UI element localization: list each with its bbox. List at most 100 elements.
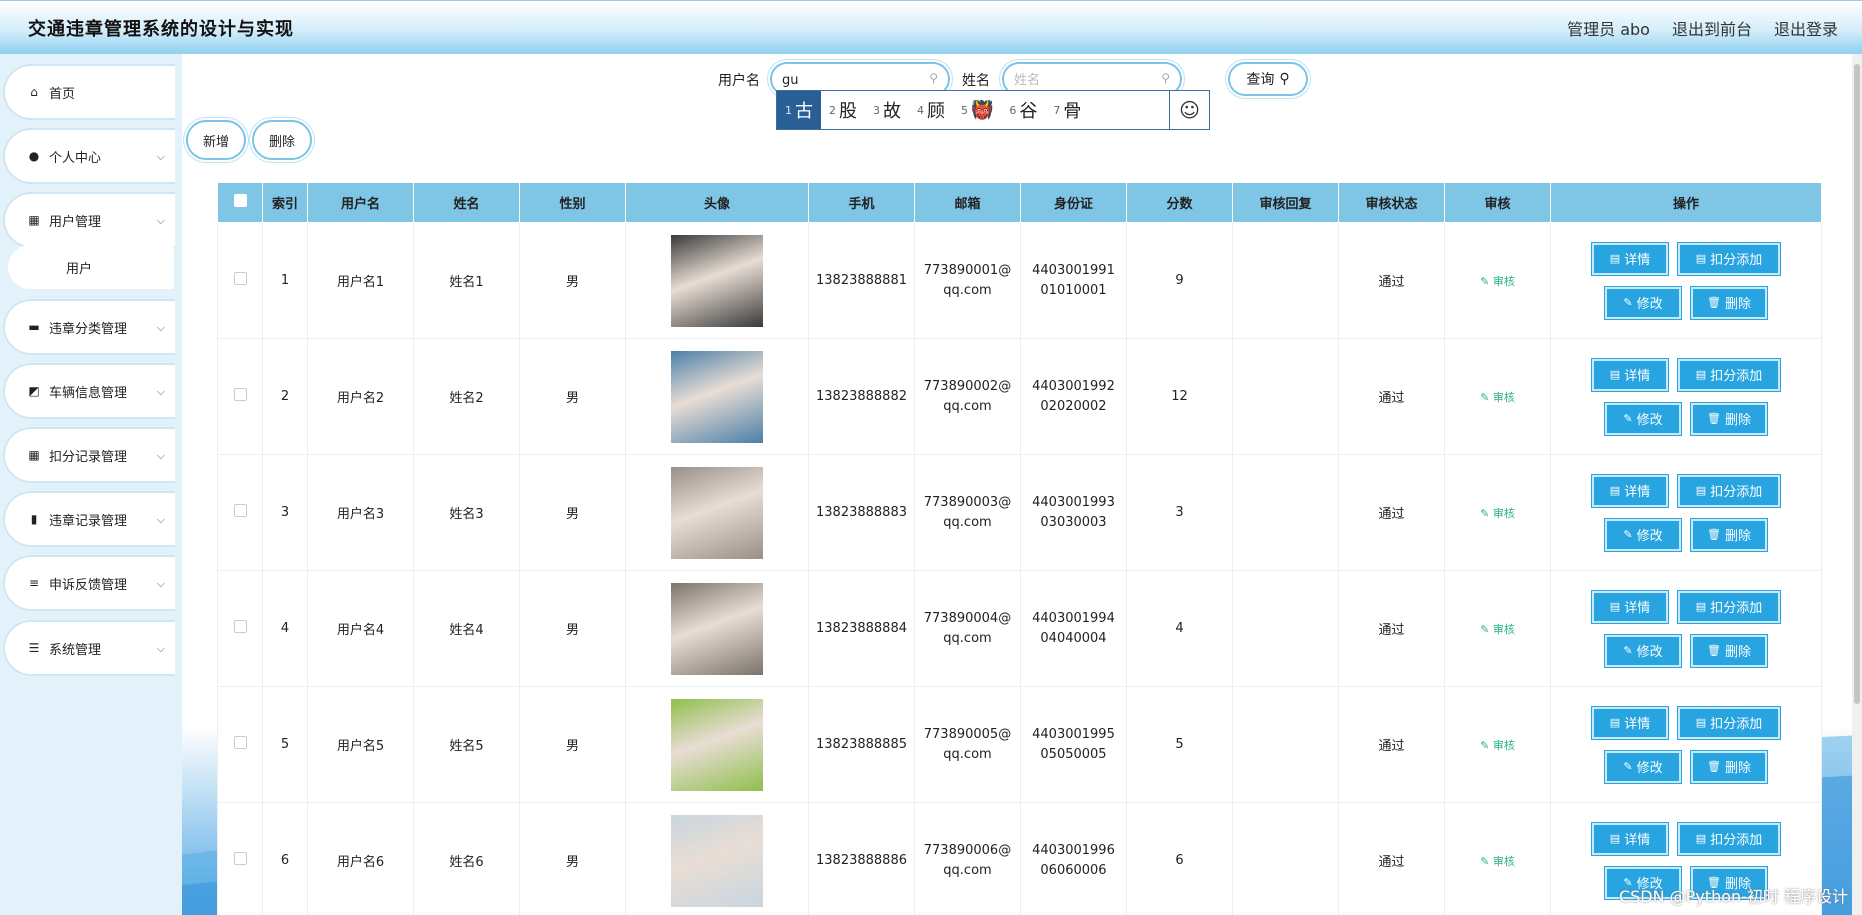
detail-button-label: 详情 — [1624, 253, 1651, 268]
audit-link[interactable]: ✎ 审核 — [1480, 391, 1515, 404]
cell-username: 用户名2 — [307, 338, 414, 455]
ime-candidate[interactable]: 7骨 — [1045, 91, 1089, 129]
sidebar-item-3[interactable]: ▬ 违章分类管理 ⌵ — [3, 299, 175, 355]
deduct-add-button[interactable]: ▤ 扣分添加 — [1678, 358, 1780, 391]
sidebar-item-8[interactable]: ☰ 系统管理 ⌵ — [3, 620, 175, 676]
detail-button[interactable]: ▤ 详情 — [1592, 822, 1668, 855]
trash-icon: 🗑 — [1707, 760, 1721, 773]
row-checkbox[interactable] — [233, 272, 247, 285]
grid-icon: ▦ — [28, 213, 40, 227]
detail-button[interactable]: ▤ 详情 — [1592, 590, 1668, 623]
edit-button[interactable]: ✎ 修改 — [1605, 750, 1681, 783]
audit-link[interactable]: ✎ 审核 — [1480, 623, 1515, 636]
username-input[interactable] — [782, 71, 932, 89]
ime-candidate[interactable]: 3故 — [865, 91, 909, 129]
row-select-cell[interactable] — [217, 338, 263, 455]
table-row: 1 用户名1 姓名1 男 13823888881 773890001@qq.com 4403… — [217, 222, 1822, 339]
main-content: 用户名 ⚲ 姓名 ⚲ 查询 ⚲ 1古2股3故4顾5👹6谷7骨☺ 新增 删除 索引… — [182, 54, 1862, 915]
column-header: 分数 — [1126, 182, 1233, 223]
sidebar-item-0[interactable]: ⌂ 首页 — [3, 64, 175, 120]
delete-button-label: 删除 — [1724, 645, 1751, 660]
avatar — [671, 698, 763, 791]
cell-phone: 13823888883 — [808, 454, 915, 571]
deduct-add-button[interactable]: ▤ 扣分添加 — [1678, 590, 1780, 623]
row-select-cell[interactable] — [217, 570, 263, 687]
sidebar-item-7[interactable]: ≡ 申诉反馈管理 ⌵ — [3, 555, 175, 611]
detail-button[interactable]: ▤ 详情 — [1592, 706, 1668, 739]
delete-button[interactable]: 🗑 删除 — [1691, 518, 1767, 551]
ime-candidate[interactable]: 6谷 — [1001, 91, 1045, 129]
row-select-cell[interactable] — [217, 454, 263, 571]
delete-button[interactable]: 🗑 删除 — [1691, 402, 1767, 435]
audit-link[interactable]: ✎ 审核 — [1480, 739, 1515, 752]
avatar — [671, 234, 763, 327]
cell-email: 773890006@qq.com — [914, 802, 1021, 915]
query-button[interactable]: 查询 ⚲ — [1228, 62, 1308, 96]
audit-link[interactable]: ✎ 审核 — [1480, 275, 1515, 288]
audit-link-label: 审核 — [1492, 854, 1515, 868]
audit-link[interactable]: ✎ 审核 — [1480, 855, 1515, 868]
sidebar-item-5[interactable]: ▦ 扣分记录管理 ⌵ — [3, 427, 175, 483]
cell-name: 姓名6 — [413, 802, 520, 915]
row-checkbox[interactable] — [233, 504, 247, 517]
delete-button[interactable]: 🗑 删除 — [1691, 750, 1767, 783]
detail-button[interactable]: ▤ 详情 — [1592, 242, 1668, 275]
document-icon: ▤ — [1695, 252, 1707, 265]
ime-candidate[interactable]: 5 👹 — [953, 91, 1001, 129]
emoji-icon[interactable]: ☺ — [1169, 91, 1209, 129]
row-checkbox[interactable] — [233, 620, 247, 633]
sidebar-item-4[interactable]: ◩ 车辆信息管理 ⌵ — [3, 363, 175, 419]
select-all-cell[interactable] — [217, 182, 263, 223]
deduct-add-button[interactable]: ▤ 扣分添加 — [1678, 822, 1780, 855]
logout-link[interactable]: 退出登录 — [1774, 16, 1838, 40]
row-select-cell[interactable] — [217, 802, 263, 915]
vertical-scrollbar[interactable] — [1852, 54, 1862, 915]
ime-candidate-popup: 1 古 2 股 3 故 4 顾 5 👹 6 谷 7 骨 ☺ — [776, 90, 1210, 130]
cell-status: 通过 — [1338, 686, 1445, 803]
cell-name: 姓名3 — [413, 454, 520, 571]
batch-delete-button[interactable]: 删除 — [252, 120, 312, 160]
sidebar-item-1[interactable]: ● 个人中心 ⌵ — [3, 128, 175, 184]
name-input[interactable] — [1014, 71, 1164, 89]
action-buttons: ▤ 详情 ▤ 扣分添加 ✎ 修改 🗑 删除 — [1551, 590, 1821, 667]
scrollbar-thumb[interactable] — [1854, 64, 1860, 704]
add-button[interactable]: 新增 — [186, 120, 246, 160]
back-to-front-link[interactable]: 退出到前台 — [1672, 16, 1752, 40]
detail-button[interactable]: ▤ 详情 — [1592, 474, 1668, 507]
delete-button[interactable]: 🗑 删除 — [1691, 634, 1767, 667]
cell-score: 12 — [1126, 338, 1233, 455]
row-select-cell[interactable] — [217, 686, 263, 803]
edit-button[interactable]: ✎ 修改 — [1605, 402, 1681, 435]
row-select-cell[interactable] — [217, 222, 263, 339]
deduct-add-button[interactable]: ▤ 扣分添加 — [1678, 242, 1780, 275]
sidebar-item-2[interactable]: ▦ 用户管理 ⌵ — [3, 192, 175, 248]
audit-link[interactable]: ✎ 审核 — [1480, 507, 1515, 520]
edit-button[interactable]: ✎ 修改 — [1605, 286, 1681, 319]
pencil-icon: ✎ — [1623, 760, 1633, 773]
row-checkbox[interactable] — [233, 852, 247, 865]
cell-status: 通过 — [1338, 570, 1445, 687]
delete-button-label: 删除 — [1724, 761, 1751, 776]
ime-candidate[interactable]: 4顾 — [909, 91, 953, 129]
cell-username: 用户名3 — [307, 454, 414, 571]
ime-candidate[interactable]: 1古 — [777, 91, 821, 129]
ime-candidate[interactable]: 2股 — [821, 91, 865, 129]
deduct-add-button[interactable]: ▤ 扣分添加 — [1678, 474, 1780, 507]
deduct-add-button[interactable]: ▤ 扣分添加 — [1678, 706, 1780, 739]
table-row: 4 用户名4 姓名4 男 13823888884 773890004@qq.com 4403… — [217, 570, 1822, 687]
table-row: 3 用户名3 姓名3 男 13823888883 773890003@qq.com 4403… — [217, 454, 1822, 571]
edit-button[interactable]: ✎ 修改 — [1605, 634, 1681, 667]
row-checkbox[interactable] — [233, 736, 247, 749]
list-icon: ☰ — [28, 641, 40, 655]
row-checkbox[interactable] — [233, 388, 247, 401]
sidebar-item-6[interactable]: ▮ 违章记录管理 ⌵ — [3, 491, 175, 547]
sidebar-item-label: 首页 — [49, 86, 76, 102]
sidebar-subitem-user[interactable]: 用户 — [8, 245, 174, 289]
edit-button[interactable]: ✎ 修改 — [1605, 518, 1681, 551]
pencil-icon: ✎ — [1623, 412, 1633, 425]
cell-username: 用户名1 — [307, 222, 414, 339]
audit-link-label: 审核 — [1492, 738, 1515, 752]
detail-button[interactable]: ▤ 详情 — [1592, 358, 1668, 391]
select-all-checkbox[interactable] — [233, 194, 247, 207]
delete-button[interactable]: 🗑 删除 — [1691, 286, 1767, 319]
